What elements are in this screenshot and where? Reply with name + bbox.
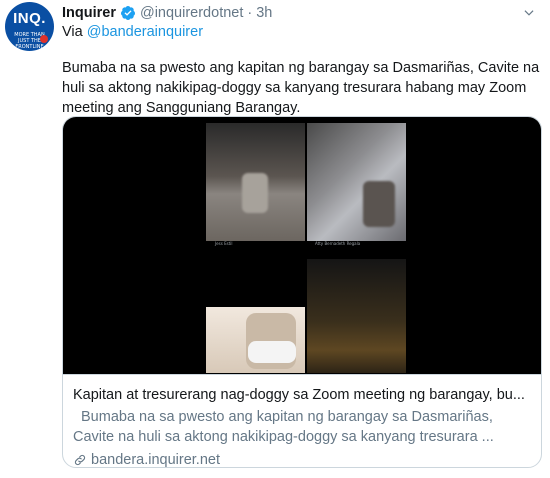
blurred-face <box>242 173 268 213</box>
card-domain-text: bandera.inquirer.net <box>91 452 220 468</box>
card-description-line: Cavite na huli sa aktong nakikipag-doggy… <box>73 429 494 445</box>
tweet-timestamp[interactable]: 3h <box>256 5 272 21</box>
header-separator: · <box>247 5 253 21</box>
chevron-down-icon[interactable] <box>522 6 536 20</box>
account-name[interactable]: Inquirer <box>62 5 116 21</box>
card-title[interactable]: Kapitan at tresurerang nag-doggy sa Zoom… <box>73 385 531 405</box>
avatar[interactable]: INQ. MORE THAN JUST THE FRONTLINE <box>5 2 54 51</box>
video-tile-2 <box>307 123 406 241</box>
avatar-logo-text: INQ. <box>13 10 46 27</box>
avatar-logo-mark <box>40 35 48 43</box>
tweet-text: Bumaba na sa pwesto ang kapitan ng baran… <box>62 60 540 116</box>
card-description: Bumaba na sa pwesto ang kapitan ng baran… <box>73 407 531 447</box>
card-description-line: Bumaba na sa pwesto ang kapitan ng baran… <box>81 409 493 425</box>
link-icon <box>74 454 86 466</box>
tweet[interactable]: INQ. MORE THAN JUST THE FRONTLINE Inquir… <box>0 0 550 478</box>
video-tile-3 <box>206 307 305 373</box>
link-card[interactable]: Jess Estil Atty Bernadeth Regala Kapitan… <box>62 116 542 468</box>
video-tile-caption: Jess Estil <box>215 241 233 246</box>
card-meta[interactable]: Kapitan at tresurerang nag-doggy sa Zoom… <box>63 374 541 468</box>
via-mention-link[interactable]: @banderainquirer <box>87 24 203 40</box>
video-tile-4 <box>307 259 406 373</box>
card-image[interactable]: Jess Estil Atty Bernadeth Regala <box>63 117 541 374</box>
via-line: Via @banderainquirer <box>62 24 203 40</box>
blurred-face <box>363 181 395 227</box>
video-tile-1 <box>206 123 305 241</box>
verified-badge-icon <box>120 6 135 20</box>
face-mask <box>248 341 296 363</box>
card-domain[interactable]: bandera.inquirer.net <box>73 450 531 468</box>
via-prefix: Via <box>62 24 83 40</box>
video-tile-caption: Atty Bernadeth Regala <box>315 241 361 246</box>
tweet-header: Inquirer @inquirerdotnet · 3h <box>62 4 272 22</box>
account-handle[interactable]: @inquirerdotnet <box>140 5 243 21</box>
